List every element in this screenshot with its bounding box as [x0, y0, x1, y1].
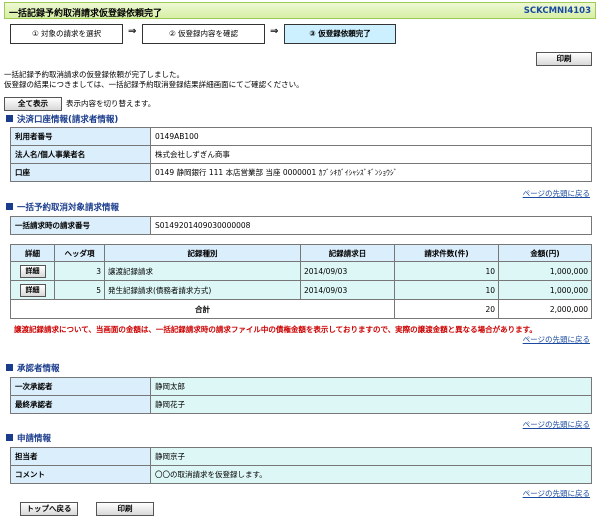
user-number-label: 利用者番号: [10, 127, 151, 146]
page-top-link[interactable]: ページの先頭に戻る: [523, 188, 590, 199]
detail-button[interactable]: 詳細: [19, 264, 46, 278]
first-approver-value: 静岡太郎: [150, 377, 592, 396]
request-date-cell: 2014/09/03: [300, 261, 395, 281]
section-square-icon: [6, 115, 13, 122]
table-row: 一括請求時の請求番号 S0149201409030000008: [10, 216, 592, 235]
step-3-current: ③ 仮登録依頼完了: [284, 24, 396, 44]
target-section-heading: 一括予約取消対象請求情報: [6, 201, 119, 213]
column-header: 請求件数(件): [394, 244, 499, 262]
count-cell: 10: [394, 280, 499, 300]
detail-cell: 詳細: [10, 261, 55, 281]
column-header: 金額(円): [498, 244, 592, 262]
table-row: コメント 〇〇の取消請求を仮登録します。: [10, 465, 592, 484]
request-date-cell: 2014/09/03: [300, 280, 395, 300]
application-section-heading: 申請情報: [6, 432, 51, 444]
section-square-icon: [6, 364, 13, 371]
table-row: 一次承認者 静岡太郎: [10, 377, 592, 396]
print-button-bottom[interactable]: 印刷: [96, 502, 154, 516]
total-amount: 2,000,000: [498, 299, 592, 319]
total-count: 20: [394, 299, 499, 319]
record-type-cell: 発生記録請求(債務者請求方式): [104, 280, 301, 300]
request-number-value: S0149201409030000008: [150, 216, 592, 235]
record-type-cell: 譲渡記録請求: [104, 261, 301, 281]
table-row: 担当者 静岡京子: [10, 447, 592, 466]
step-arrow-icon: ⇒: [270, 26, 279, 37]
table-row: 最終承認者 静岡花子: [10, 395, 592, 414]
step-arrow-icon: ⇒: [128, 26, 137, 37]
completion-message: 一括記録予約取消請求の仮登録依頼が完了しました。: [4, 70, 184, 79]
table-row: 詳細 3 譲渡記録請求 2014/09/03 10 1,000,000: [10, 261, 592, 281]
show-all-button[interactable]: 全て表示: [4, 97, 62, 111]
count-cell: 10: [394, 261, 499, 281]
comment-value: 〇〇の取消請求を仮登録します。: [150, 465, 592, 484]
column-header: 詳細: [10, 244, 55, 262]
final-approver-label: 最終承認者: [10, 395, 151, 414]
final-approver-value: 静岡花子: [150, 395, 592, 414]
completion-note: 仮登録の結果につきましては、一括記録予約取消登録結果詳細画面にてご確認ください。: [4, 80, 304, 89]
approver-table: 一次承認者 静岡太郎 最終承認者 静岡花子: [10, 377, 592, 414]
step-indicator: ① 対象の請求を選択 ⇒ ② 仮登録内容を確認 ⇒ ③ 仮登録依頼完了: [10, 24, 410, 44]
amount-cell: 1,000,000: [498, 280, 592, 300]
column-header: 記録種別: [104, 244, 301, 262]
detail-button[interactable]: 詳細: [19, 283, 46, 297]
target-request-table: 詳細 ヘッダ項 記録種別 記録請求日 請求件数(件) 金額(円) 詳細 3 譲渡…: [10, 244, 592, 319]
column-header: 記録請求日: [300, 244, 395, 262]
header-no-cell: 3: [54, 261, 105, 281]
page-top-link[interactable]: ページの先頭に戻る: [523, 419, 590, 430]
company-name-label: 法人名/個人事業者名: [10, 145, 151, 164]
screen-id: SCKCMNI4103: [523, 6, 591, 16]
title-bar: 一括記録予約取消請求仮登録依頼完了 SCKCMNI4103: [4, 2, 596, 19]
company-name-value: 株式会社しずぎん商事: [150, 145, 592, 164]
person-in-charge-value: 静岡京子: [150, 447, 592, 466]
table-header-row: 詳細 ヘッダ項 記録種別 記録請求日 請求件数(件) 金額(円): [10, 244, 592, 262]
settlement-section-heading: 決済口座情報(請求者情報): [6, 113, 118, 125]
total-label: 合計: [10, 299, 395, 319]
page-top-link[interactable]: ページの先頭に戻る: [523, 488, 590, 499]
table-row: 口座 0149 静岡銀行 111 本店営業部 当座 0000001 ｶﾌﾞｼｷｶ…: [10, 163, 592, 182]
comment-label: コメント: [10, 465, 151, 484]
request-number-label: 一括請求時の請求番号: [10, 216, 151, 235]
page-top-link[interactable]: ページの先頭に戻る: [523, 334, 590, 345]
first-approver-label: 一次承認者: [10, 377, 151, 396]
total-row: 合計 20 2,000,000: [10, 299, 592, 319]
detail-cell: 詳細: [10, 280, 55, 300]
step-2: ② 仮登録内容を確認: [142, 24, 265, 44]
account-label: 口座: [10, 163, 151, 182]
table-row: 法人名/個人事業者名 株式会社しずぎん商事: [10, 145, 592, 164]
amount-warning: 譲渡記録請求について、当画面の金額は、一括記録請求時の請求ファイル中の債権金額を…: [14, 325, 537, 334]
print-button[interactable]: 印刷: [536, 52, 592, 66]
step-1: ① 対象の請求を選択: [10, 24, 123, 44]
section-square-icon: [6, 434, 13, 441]
toggle-hint: 表示内容を切り替えます。: [66, 99, 156, 108]
person-in-charge-label: 担当者: [10, 447, 151, 466]
amount-cell: 1,000,000: [498, 261, 592, 281]
section-square-icon: [6, 203, 13, 210]
approver-section-heading: 承認者情報: [6, 362, 60, 374]
column-header: ヘッダ項: [54, 244, 105, 262]
application-table: 担当者 静岡京子 コメント 〇〇の取消請求を仮登録します。: [10, 447, 592, 484]
user-number-value: 0149AB100: [150, 127, 592, 146]
back-to-top-button[interactable]: トップへ戻る: [20, 502, 78, 516]
settlement-table: 利用者番号 0149AB100 法人名/個人事業者名 株式会社しずぎん商事 口座…: [10, 127, 592, 182]
request-number-table: 一括請求時の請求番号 S0149201409030000008: [10, 216, 592, 235]
table-row: 詳細 5 発生記録請求(債務者請求方式) 2014/09/03 10 1,000…: [10, 280, 592, 300]
header-no-cell: 5: [54, 280, 105, 300]
account-value: 0149 静岡銀行 111 本店営業部 当座 0000001 ｶﾌﾞｼｷｶﾞｲｼ…: [150, 163, 592, 182]
table-row: 利用者番号 0149AB100: [10, 127, 592, 146]
page-title: 一括記録予約取消請求仮登録依頼完了: [9, 9, 163, 19]
